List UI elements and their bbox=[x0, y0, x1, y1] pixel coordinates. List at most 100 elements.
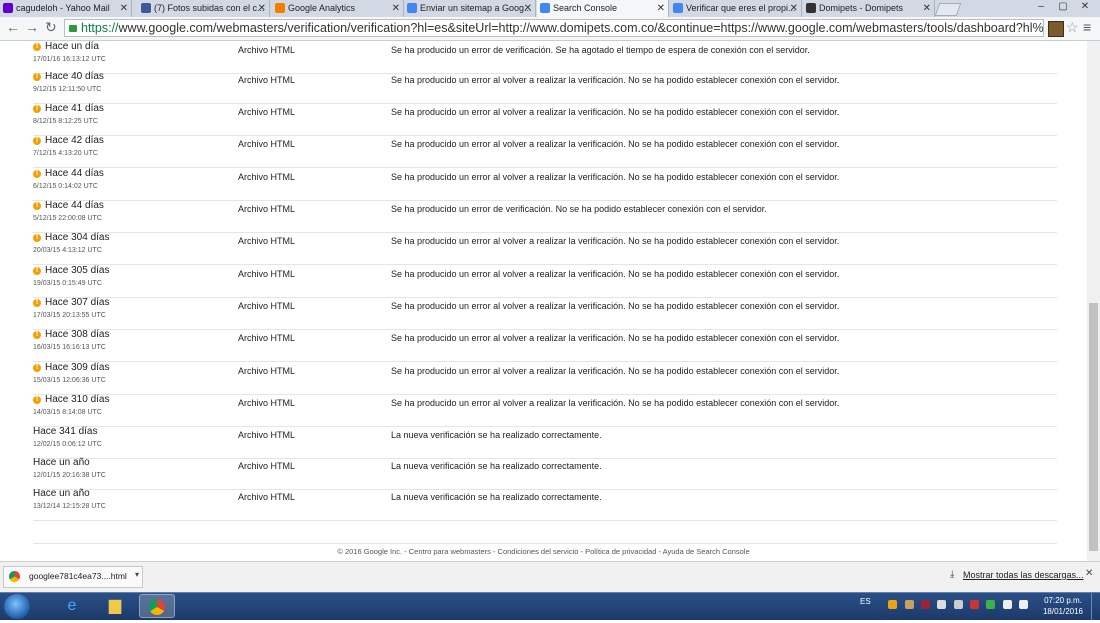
row-timestamp: 14/03/15 8:14:08 UTC bbox=[33, 409, 102, 416]
browser-tab[interactable]: Enviar un sitemap a Goog... ✕ bbox=[404, 0, 536, 17]
chrome-taskbar-icon[interactable] bbox=[139, 594, 175, 618]
network-icon[interactable] bbox=[1003, 600, 1012, 609]
row-timestamp: 17/01/16 16:13:12 UTC bbox=[33, 56, 106, 63]
row-method: Archivo HTML bbox=[238, 492, 296, 502]
page-footer[interactable]: © 2016 Google Inc. - Centro para webmast… bbox=[0, 547, 1087, 556]
scrollbar-thumb[interactable] bbox=[1089, 303, 1098, 551]
show-desktop-button[interactable] bbox=[1091, 593, 1100, 620]
row-method: Archivo HTML bbox=[238, 172, 296, 182]
warning-icon: ! bbox=[33, 299, 41, 307]
row-timestamp: 13/12/14 12:15:28 UTC bbox=[33, 503, 106, 510]
table-row: Hace un año 13/12/14 12:15:28 UTC Archivo … bbox=[33, 488, 1057, 521]
table-row: ! Hace 310 días 14/03/15 8:14:08 UTC Archiv… bbox=[33, 394, 1057, 427]
show-all-downloads-link[interactable]: Mostrar todas las descargas... bbox=[963, 570, 1084, 580]
volume-icon[interactable] bbox=[1019, 600, 1028, 609]
download-icon: ⤓ bbox=[950, 569, 955, 580]
tray-shield-icon[interactable] bbox=[921, 600, 930, 609]
row-timestamp: 15/03/15 12:06:36 UTC bbox=[33, 377, 106, 384]
row-method: Archivo HTML bbox=[238, 430, 296, 440]
table-row: Hace 341 días 12/02/15 0:06:12 UTC Archivo… bbox=[33, 426, 1057, 459]
back-icon[interactable]: ← bbox=[6, 19, 20, 35]
browser-tab[interactable]: Search Console ✕ bbox=[537, 0, 669, 17]
warning-icon: ! bbox=[33, 202, 41, 210]
folder-icon[interactable]: ▆ bbox=[97, 594, 133, 618]
close-icon[interactable]: ✕ bbox=[1085, 568, 1093, 579]
row-method: Archivo HTML bbox=[238, 461, 296, 471]
warning-icon: ! bbox=[33, 43, 41, 51]
table-row: Hace un año 12/01/15 20:16:38 UTC Archivo … bbox=[33, 457, 1057, 490]
browser-tab[interactable]: cagudeloh - Yahoo Mail ✕ bbox=[0, 0, 132, 17]
footer-divider bbox=[33, 543, 1057, 544]
browser-tab[interactable]: Domipets - Domipets ✕ bbox=[803, 0, 935, 17]
tab-favicon bbox=[673, 3, 683, 13]
tray-app-icon[interactable] bbox=[937, 600, 946, 609]
close-window-icon[interactable]: ✕ bbox=[1074, 1, 1096, 12]
extension-icon[interactable] bbox=[1048, 21, 1064, 37]
row-result: Se ha producido un error al volver a rea… bbox=[391, 236, 840, 246]
close-tab-icon[interactable]: ✕ bbox=[522, 0, 532, 17]
row-age: Hace un día bbox=[45, 41, 99, 52]
chevron-down-icon[interactable]: ▾ bbox=[135, 570, 139, 579]
warning-icon: ! bbox=[33, 73, 41, 81]
menu-icon[interactable]: ≡ bbox=[1083, 19, 1091, 35]
tray-app-icon[interactable] bbox=[888, 600, 897, 609]
close-tab-icon[interactable]: ✕ bbox=[654, 0, 665, 17]
row-timestamp: 16/03/15 16:16:13 UTC bbox=[33, 344, 106, 351]
download-bar: googlee781c4ea73....html ▾ ⤓ Mostrar tod… bbox=[0, 561, 1100, 593]
close-tab-icon[interactable]: ✕ bbox=[921, 0, 931, 17]
start-button[interactable] bbox=[4, 594, 30, 619]
address-bar[interactable]: https://www.google.com/webmasters/verifi… bbox=[64, 19, 1044, 37]
tab-favicon bbox=[275, 3, 285, 13]
reload-icon[interactable]: ↻ bbox=[45, 19, 57, 36]
ie-icon[interactable]: e bbox=[54, 594, 90, 618]
battery-icon[interactable] bbox=[986, 600, 995, 609]
row-method: Archivo HTML bbox=[238, 75, 296, 85]
tray-app-icon[interactable] bbox=[970, 600, 979, 609]
maximize-icon[interactable]: ▢ bbox=[1052, 1, 1074, 12]
row-method: Archivo HTML bbox=[238, 333, 296, 343]
warning-icon: ! bbox=[33, 105, 41, 113]
close-tab-icon[interactable]: ✕ bbox=[118, 0, 128, 17]
verification-history: ! Hace un día 17/01/16 16:13:12 UTC Archivo… bbox=[0, 41, 1087, 561]
scrollbar[interactable] bbox=[1087, 41, 1100, 561]
chrome-file-icon bbox=[9, 571, 20, 582]
minimize-icon[interactable]: – bbox=[1030, 1, 1052, 12]
row-age: Hace 42 días bbox=[45, 135, 104, 146]
forward-icon[interactable]: → bbox=[25, 19, 39, 35]
row-result: Se ha producido un error de verificación… bbox=[391, 45, 810, 55]
close-tab-icon[interactable]: ✕ bbox=[256, 0, 266, 17]
row-result: La nueva verificación se ha realizado co… bbox=[391, 430, 602, 440]
browser-tab[interactable]: (7) Fotos subidas con el c... ✕ bbox=[138, 0, 270, 17]
row-result: Se ha producido un error al volver a rea… bbox=[391, 398, 840, 408]
row-age: Hace 44 días bbox=[45, 168, 104, 179]
close-tab-icon[interactable]: ✕ bbox=[390, 0, 400, 17]
row-method: Archivo HTML bbox=[238, 45, 296, 55]
table-row: ! Hace 307 días 17/03/15 20:13:55 UTC Archi… bbox=[33, 297, 1057, 330]
clock[interactable]: 07:20 p.m. 18/01/2016 bbox=[1038, 595, 1088, 617]
close-tab-icon[interactable]: ✕ bbox=[788, 0, 798, 17]
tab-title: Enviar un sitemap a Goog... bbox=[420, 3, 532, 13]
url-text: www.google.com/webmasters/verification/v… bbox=[118, 21, 1044, 35]
row-result: Se ha producido un error al volver a rea… bbox=[391, 333, 840, 343]
bookmark-star-icon[interactable]: ☆ bbox=[1066, 19, 1079, 36]
table-row: ! Hace 42 días 7/12/15 4:13:20 UTC Archivo … bbox=[33, 135, 1057, 168]
row-age: Hace 305 días bbox=[45, 265, 110, 276]
tab-favicon bbox=[3, 3, 13, 13]
row-result: Se ha producido un error al volver a rea… bbox=[391, 139, 840, 149]
row-timestamp: 19/03/15 0:15:49 UTC bbox=[33, 280, 102, 287]
download-item[interactable]: googlee781c4ea73....html ▾ bbox=[3, 566, 143, 588]
browser-tab[interactable]: Verificar que eres el propi... ✕ bbox=[670, 0, 802, 17]
language-indicator[interactable]: ES bbox=[860, 597, 871, 606]
new-tab-button[interactable] bbox=[934, 3, 962, 16]
row-result: Se ha producido un error al volver a rea… bbox=[391, 75, 840, 85]
row-age: Hace 308 días bbox=[45, 329, 110, 340]
browser-tab[interactable]: Google Analytics ✕ bbox=[272, 0, 404, 17]
tab-title: Verificar que eres el propi... bbox=[686, 3, 796, 13]
tab-title: Google Analytics bbox=[288, 3, 356, 13]
row-method: Archivo HTML bbox=[238, 398, 296, 408]
tray-app-icon[interactable] bbox=[954, 600, 963, 609]
row-age: Hace 310 días bbox=[45, 394, 110, 405]
tab-favicon bbox=[407, 3, 417, 13]
tray-app-icon[interactable] bbox=[905, 600, 914, 609]
table-row: ! Hace 44 días 6/12/15 0:14:02 UTC Archivo … bbox=[33, 168, 1057, 201]
